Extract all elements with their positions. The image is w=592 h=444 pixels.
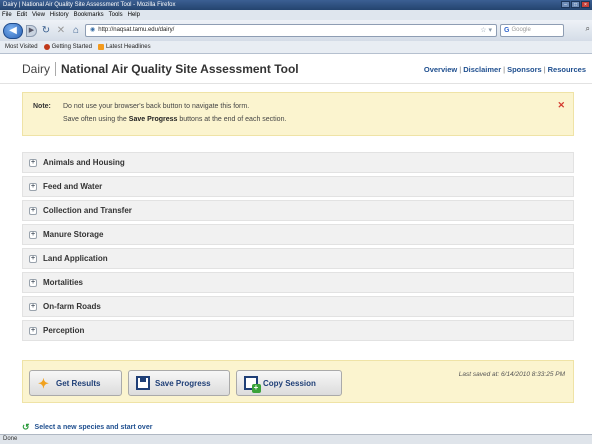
- copy-session-button[interactable]: Copy Session: [236, 370, 342, 396]
- bookmark-most-visited[interactable]: Most Visited: [5, 44, 38, 50]
- minimize-button[interactable]: –: [561, 1, 570, 8]
- expand-icon: +: [29, 278, 37, 287]
- page-content: Dairy National Air Quality Site Assessme…: [0, 54, 592, 434]
- maximize-button[interactable]: □: [571, 1, 580, 8]
- section-land-application[interactable]: + Land Application: [22, 248, 574, 269]
- forward-button[interactable]: ▶: [26, 24, 37, 37]
- close-icon[interactable]: ✕: [557, 100, 565, 111]
- bookmark-latest-headlines[interactable]: Latest Headlines: [97, 44, 151, 50]
- link-resources[interactable]: Resources: [548, 65, 586, 74]
- status-text: Done: [3, 436, 18, 442]
- restart-link[interactable]: ↺ Select a new species and start over: [22, 422, 152, 433]
- menu-bar: File Edit View History Bookmarks Tools H…: [0, 10, 592, 20]
- url-text: http://naqsat.tamu.edu/dairy/: [98, 27, 175, 33]
- section-on-farm-roads[interactable]: + On-farm Roads: [22, 296, 574, 317]
- page-title: Dairy National Air Quality Site Assessme…: [22, 61, 299, 76]
- home-icon[interactable]: ⌂: [70, 25, 82, 36]
- section-manure-storage[interactable]: + Manure Storage: [22, 224, 574, 245]
- google-icon: G: [504, 27, 510, 34]
- title-divider: [55, 61, 57, 76]
- expand-icon: +: [29, 206, 37, 215]
- rss-icon: [97, 44, 104, 50]
- window-controls: – □ ×: [561, 1, 590, 8]
- url-bar[interactable]: ◉ http://naqsat.tamu.edu/dairy/ ☆ ▾: [85, 24, 497, 37]
- title-bar: Dairy | National Air Quality Site Assess…: [0, 0, 592, 10]
- action-bar: ✦ Get Results Save Progress Copy Session…: [22, 360, 574, 403]
- page-header: Dairy National Air Quality Site Assessme…: [0, 54, 592, 84]
- link-overview[interactable]: Overview: [424, 65, 457, 74]
- site-globe-icon: ◉: [90, 27, 96, 33]
- restart-icon: ↺: [22, 422, 30, 432]
- section-list: + Animals and Housing + Feed and Water + Co…: [22, 152, 574, 344]
- search-magnifier-icon[interactable]: ⌕: [586, 24, 590, 34]
- browser-window: Dairy | National Air Quality Site Assess…: [0, 0, 592, 444]
- species-label: Dairy: [22, 61, 51, 76]
- section-perception[interactable]: + Perception: [22, 320, 574, 341]
- menu-tools[interactable]: Tools: [109, 10, 123, 20]
- tool-title: National Air Quality Site Assessment Too…: [61, 61, 299, 76]
- window-title: Dairy | National Air Quality Site Assess…: [3, 2, 176, 8]
- menu-view[interactable]: View: [32, 10, 45, 20]
- top-links: Overview | Disclaimer | Sponsors | Resource…: [423, 65, 586, 74]
- search-placeholder: Google: [511, 27, 531, 33]
- link-sponsors[interactable]: Sponsors: [507, 65, 542, 74]
- section-collection-and-transfer[interactable]: + Collection and Transfer: [22, 200, 574, 221]
- menu-help[interactable]: Help: [128, 10, 140, 20]
- stop-icon[interactable]: ✕: [55, 25, 67, 36]
- status-bar: Done: [0, 434, 592, 444]
- expand-icon: +: [29, 158, 37, 167]
- back-button[interactable]: ◀: [3, 22, 23, 39]
- bookmark-getting-started[interactable]: Getting Started: [43, 44, 92, 50]
- close-window-button[interactable]: ×: [581, 1, 590, 8]
- link-disclaimer[interactable]: Disclaimer: [463, 65, 501, 74]
- expand-icon: +: [29, 182, 37, 191]
- get-results-button[interactable]: ✦ Get Results: [29, 370, 122, 396]
- last-saved-text: Last saved at: 6/14/2010 8:33:25 PM: [458, 371, 565, 378]
- expand-icon: +: [29, 302, 37, 311]
- reload-icon[interactable]: ↻: [40, 25, 52, 36]
- save-disk-icon: [135, 376, 150, 391]
- note-label: Note:: [33, 103, 51, 110]
- bookmarks-toolbar: Most Visited Getting Started Latest Head…: [0, 41, 592, 54]
- note-line-1: Do not use your browser's back button to…: [63, 103, 250, 110]
- copy-disk-icon: [243, 376, 261, 393]
- save-progress-button[interactable]: Save Progress: [128, 370, 230, 396]
- expand-icon: +: [29, 254, 37, 263]
- navigation-toolbar: ◀ ▶ ↻ ✕ ⌂ ◉ http://naqsat.tamu.edu/dairy…: [0, 20, 592, 41]
- firefox-icon: [43, 44, 50, 50]
- expand-icon: +: [29, 230, 37, 239]
- note-line-2: Save often using the Save Progress butto…: [63, 116, 287, 123]
- menu-history[interactable]: History: [50, 10, 69, 20]
- search-input[interactable]: G Google: [500, 24, 564, 37]
- section-animals-and-housing[interactable]: + Animals and Housing: [22, 152, 574, 173]
- note-box: Note: Do not use your browser's back but…: [22, 92, 574, 136]
- menu-edit[interactable]: Edit: [17, 10, 27, 20]
- results-icon: ✦: [38, 375, 49, 391]
- section-mortalities[interactable]: + Mortalities: [22, 272, 574, 293]
- menu-file[interactable]: File: [2, 10, 12, 20]
- bookmark-star-icon[interactable]: ☆ ▾: [480, 25, 492, 36]
- expand-icon: +: [29, 326, 37, 335]
- menu-bookmarks[interactable]: Bookmarks: [74, 10, 104, 20]
- section-feed-and-water[interactable]: + Feed and Water: [22, 176, 574, 197]
